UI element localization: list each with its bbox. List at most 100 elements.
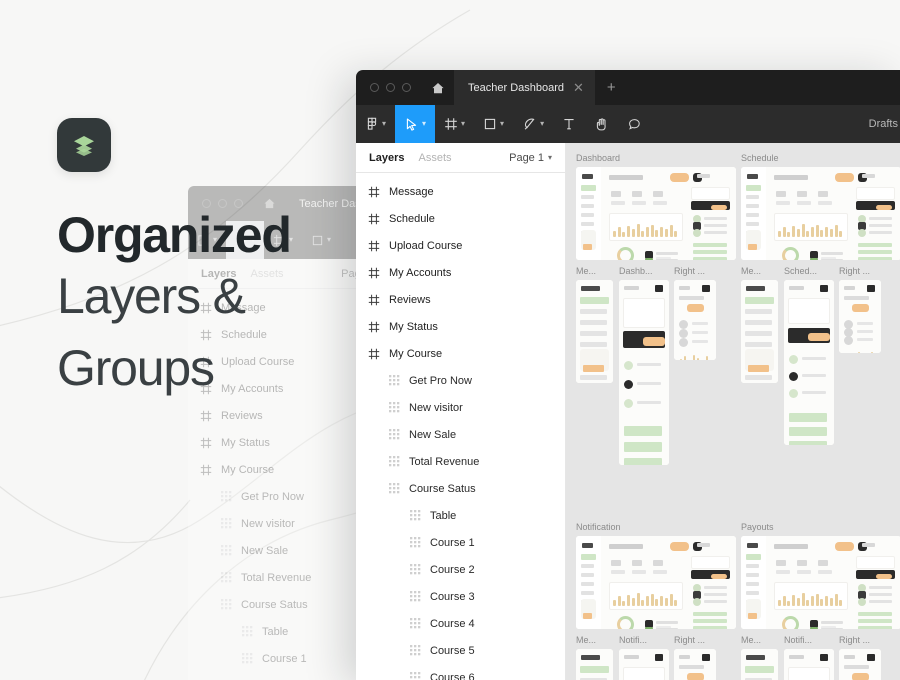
tab-layers[interactable]: Layers	[369, 152, 404, 164]
frame-hash-icon	[368, 294, 380, 305]
canvas-frame[interactable]: Me...	[576, 635, 613, 680]
frame-thumbnail[interactable]	[784, 280, 834, 445]
frame-thumbnail[interactable]	[674, 280, 716, 360]
frame-label[interactable]: Me...	[576, 635, 613, 645]
move-tool-button[interactable]: ▾	[395, 105, 436, 143]
layer-row[interactable]: Course 1	[356, 529, 565, 556]
frame-label[interactable]: Dashboard	[576, 153, 736, 163]
frame-thumbnail[interactable]	[576, 280, 613, 383]
canvas-frame[interactable]: Schedule	[741, 153, 900, 260]
frame-label[interactable]: Right ...	[839, 266, 881, 276]
home-icon[interactable]	[422, 70, 454, 105]
layer-row[interactable]: Course 4	[356, 610, 565, 637]
canvas-frame[interactable]: Notifi...	[619, 635, 669, 680]
drafts-label[interactable]: Drafts	[869, 118, 900, 130]
autolayout-grid-icon	[410, 564, 421, 575]
frame-label[interactable]: Right ...	[674, 266, 716, 276]
canvas-frame[interactable]: Me...	[741, 635, 778, 680]
frame-thumbnail[interactable]	[741, 167, 900, 260]
canvas-frame[interactable]: Right ...	[674, 635, 716, 680]
layer-row[interactable]: My Course	[356, 340, 565, 367]
frame-thumbnail[interactable]	[674, 649, 716, 680]
frame-label[interactable]: Me...	[741, 635, 778, 645]
layer-row[interactable]: Get Pro Now	[356, 367, 565, 394]
frame-label[interactable]: Notifi...	[619, 635, 669, 645]
frame-label[interactable]: Me...	[741, 266, 778, 276]
shape-tool-button[interactable]: ▾	[474, 105, 513, 143]
ghost-tool: ▾	[302, 221, 340, 259]
frame-thumbnail[interactable]	[576, 536, 736, 629]
frame-thumbnail[interactable]	[784, 649, 834, 680]
comment-tool-button[interactable]	[618, 105, 651, 143]
frame-label[interactable]: Sched...	[784, 266, 834, 276]
minimize-dot[interactable]	[386, 83, 395, 92]
page-selector[interactable]: Page 1 ▾	[509, 152, 552, 164]
layer-row[interactable]: Table	[356, 502, 565, 529]
layer-row[interactable]: Upload Course	[356, 232, 565, 259]
layer-row[interactable]: Course 6	[356, 664, 565, 680]
frame-thumbnail[interactable]	[576, 649, 613, 680]
layer-row[interactable]: Message	[356, 178, 565, 205]
tab-teacher-dashboard[interactable]: Teacher Dashboard ✕	[454, 70, 595, 105]
frame-hash-icon	[368, 240, 380, 251]
frame-label[interactable]: Notifi...	[784, 635, 834, 645]
autolayout-grid-icon	[242, 626, 253, 637]
frame-thumbnail[interactable]	[741, 649, 778, 680]
frame-label[interactable]: Schedule	[741, 153, 900, 163]
layer-row[interactable]: My Status	[356, 313, 565, 340]
tab-assets[interactable]: Assets	[418, 152, 451, 164]
layer-row[interactable]: Total Revenue	[356, 448, 565, 475]
maximize-dot[interactable]	[402, 83, 411, 92]
frame-thumbnail[interactable]	[839, 649, 881, 680]
canvas-frame[interactable]: Right ...	[839, 266, 881, 353]
canvas-frame[interactable]: Payouts	[741, 522, 900, 629]
new-tab-button[interactable]: +	[595, 70, 628, 105]
design-canvas[interactable]: Dashboard Schedule Me... Dashb... Right ... M…	[566, 143, 900, 680]
canvas-frame[interactable]: Sched...	[784, 266, 834, 445]
canvas-frame[interactable]: Me...	[576, 266, 613, 383]
layer-row[interactable]: Course 2	[356, 556, 565, 583]
canvas-frame[interactable]: Right ...	[674, 266, 716, 360]
layer-row[interactable]: My Accounts	[356, 259, 565, 286]
traffic-lights[interactable]	[356, 70, 422, 105]
frame-label[interactable]: Right ...	[674, 635, 716, 645]
layer-label: My Status	[221, 436, 270, 449]
frame-label[interactable]: Payouts	[741, 522, 900, 532]
layer-row[interactable]: Schedule	[356, 205, 565, 232]
frame-label[interactable]: Right ...	[839, 635, 881, 645]
layer-row[interactable]: Course 5	[356, 637, 565, 664]
frame-thumbnail[interactable]	[741, 280, 778, 383]
autolayout-grid-icon	[221, 545, 232, 556]
canvas-frame[interactable]: Dashb...	[619, 266, 669, 465]
frame-label[interactable]: Notification	[576, 522, 736, 532]
layer-row[interactable]: New visitor	[356, 394, 565, 421]
canvas-frame[interactable]: Me...	[741, 266, 778, 383]
hand-icon	[596, 117, 606, 130]
autolayout-grid-icon	[242, 626, 253, 637]
canvas-frame[interactable]: Notifi...	[784, 635, 834, 680]
frame-thumbnail[interactable]	[741, 536, 900, 629]
frame-thumbnail[interactable]	[619, 280, 669, 465]
frame-label[interactable]: Dashb...	[619, 266, 669, 276]
frame-thumbnail[interactable]	[839, 280, 881, 353]
autolayout-grid-icon	[410, 618, 421, 629]
autolayout-grid-icon	[389, 456, 400, 467]
layer-row[interactable]: Course 3	[356, 583, 565, 610]
close-icon[interactable]: ✕	[573, 81, 584, 94]
figma-menu-button[interactable]: ▾	[356, 105, 395, 143]
canvas-frame[interactable]: Right ...	[839, 635, 881, 680]
layer-row[interactable]: Course Satus	[356, 475, 565, 502]
close-dot[interactable]	[370, 83, 379, 92]
frame-tool-button[interactable]: ▾	[435, 105, 474, 143]
hand-tool-button[interactable]	[585, 105, 618, 143]
frame-thumbnail[interactable]	[576, 167, 736, 260]
pen-tool-button[interactable]: ▾	[513, 105, 553, 143]
text-tool-button[interactable]	[553, 105, 585, 143]
frame-label[interactable]: Me...	[576, 266, 613, 276]
layer-row[interactable]: New Sale	[356, 421, 565, 448]
layer-row[interactable]: Reviews	[356, 286, 565, 313]
canvas-frame[interactable]: Dashboard	[576, 153, 736, 260]
layer-label: Upload Course	[389, 239, 463, 252]
frame-thumbnail[interactable]	[619, 649, 669, 680]
canvas-frame[interactable]: Notification	[576, 522, 736, 629]
